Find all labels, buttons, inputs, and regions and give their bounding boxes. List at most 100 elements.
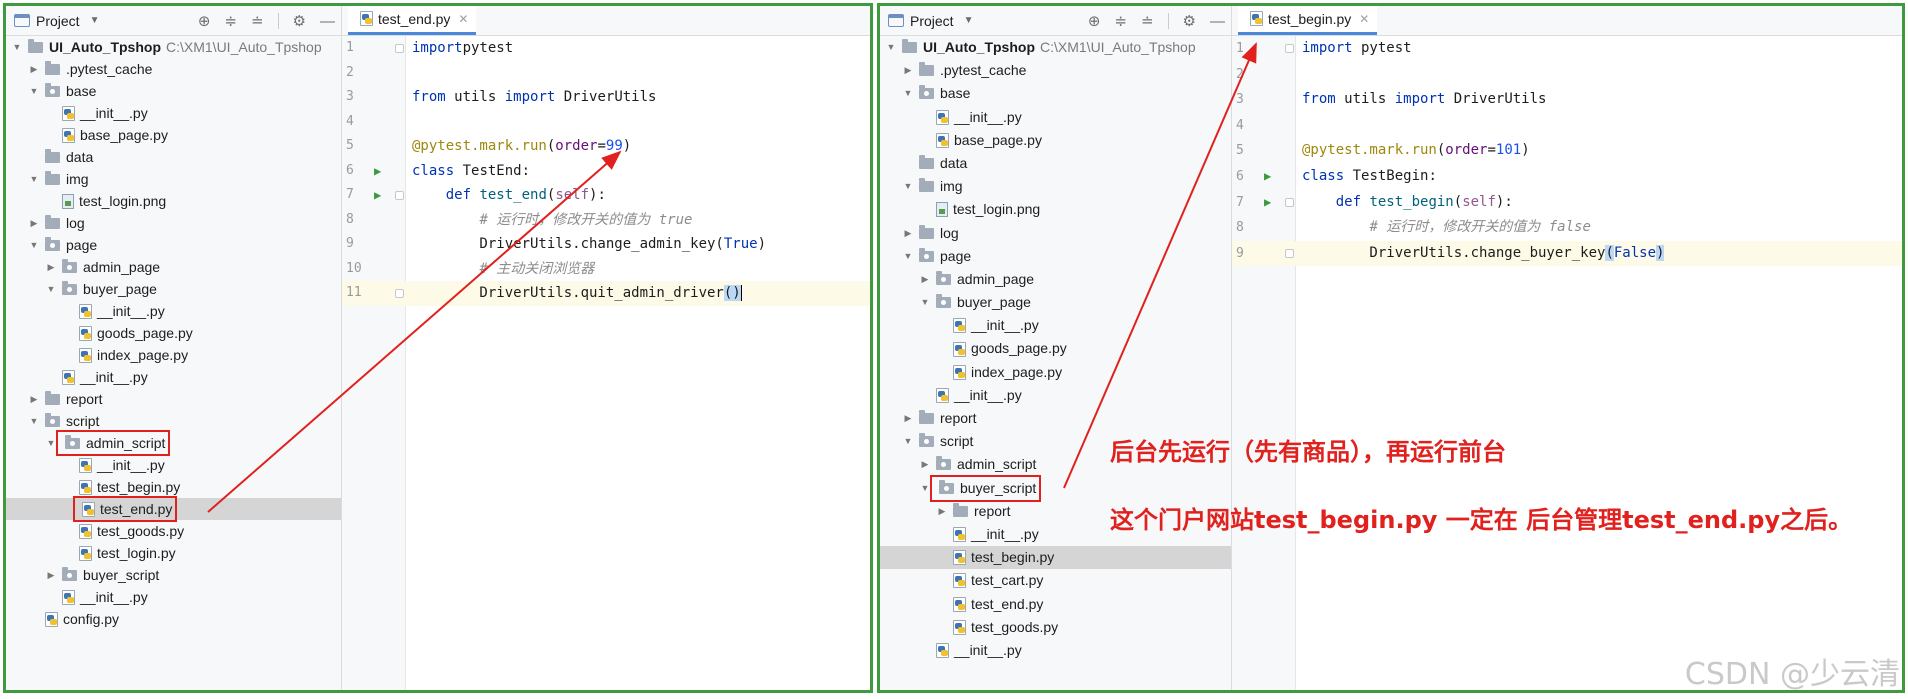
tree-file-item[interactable]: __init__.py bbox=[880, 639, 1231, 662]
tree-file-item[interactable]: test_goods.py bbox=[880, 616, 1231, 639]
tree-folder-item[interactable]: ▶ log bbox=[880, 222, 1231, 245]
close-icon[interactable]: ✕ bbox=[458, 12, 468, 26]
fold-marker-icon[interactable] bbox=[395, 44, 404, 53]
tree-folder-item[interactable]: data bbox=[880, 152, 1231, 175]
code-line[interactable]: 3 from utils import DriverUtils bbox=[1232, 87, 1902, 113]
code-line[interactable]: 7 ▶ def test_begin(self): bbox=[1232, 190, 1902, 216]
tree-file-item[interactable]: test_login.py bbox=[6, 542, 341, 564]
code-line[interactable]: 9 DriverUtils.change_buyer_key(False) bbox=[1232, 240, 1902, 267]
tree-file-item[interactable]: test_begin.py bbox=[6, 476, 341, 498]
tree-file-item[interactable]: __init__.py bbox=[880, 314, 1231, 337]
chevron-right-icon[interactable]: ▶ bbox=[918, 453, 932, 476]
chevron-down-icon[interactable]: ▼ bbox=[27, 168, 41, 190]
hide-icon[interactable]: — bbox=[320, 13, 335, 30]
tree-folder-item[interactable]: ▼ page bbox=[6, 234, 341, 256]
code-line[interactable]: 9 DriverUtils.change_admin_key(True) bbox=[342, 232, 870, 257]
chevron-right-icon[interactable]: ▶ bbox=[901, 222, 915, 245]
chevron-down-icon[interactable]: ▼ bbox=[27, 234, 41, 256]
code-lines[interactable]: 1 importpytest 2 3 from utils import DriverU… bbox=[342, 36, 870, 306]
tree-file-item[interactable]: index_page.py bbox=[880, 361, 1231, 384]
tree-file-item[interactable]: __init__.py bbox=[6, 366, 341, 388]
code-line[interactable]: 8 # 运行时，修改开关的值为 false bbox=[1232, 215, 1902, 241]
tree-root[interactable]: ▼ UI_Auto_Tpshop C:\XM1\UI_Auto_Tpshop bbox=[6, 36, 341, 58]
gear-icon[interactable]: ⚙ bbox=[1183, 12, 1196, 30]
tree-file-item[interactable]: index_page.py bbox=[6, 344, 341, 366]
project-dropdown[interactable]: Project bbox=[910, 13, 954, 29]
code-lines[interactable]: 1 import pytest 2 3 from utils import Driver… bbox=[1232, 36, 1902, 267]
code-line[interactable]: 10 # 主动关闭浏览器 bbox=[342, 257, 870, 282]
tree-file-item[interactable]: test_login.png bbox=[880, 198, 1231, 221]
tree-file-item[interactable]: test_login.png bbox=[6, 190, 341, 212]
code-line[interactable]: 6 ▶ class TestBegin: bbox=[1232, 164, 1902, 190]
tree-file-item[interactable]: __init__.py bbox=[6, 300, 341, 322]
tree-folder-item[interactable]: ▼ img bbox=[6, 168, 341, 190]
chevron-right-icon[interactable]: ▶ bbox=[27, 388, 41, 410]
chevron-right-icon[interactable]: ▶ bbox=[918, 268, 932, 291]
tree-file-item[interactable]: test_cart.py bbox=[880, 569, 1231, 592]
tree-file-item[interactable]: test_end.py bbox=[880, 593, 1231, 616]
code-line[interactable]: 1 importpytest bbox=[342, 36, 870, 61]
chevron-down-icon[interactable]: ▼ bbox=[901, 430, 915, 453]
chevron-down-icon[interactable]: ▼ bbox=[918, 477, 932, 500]
chevron-down-icon[interactable]: ▼ bbox=[901, 175, 915, 198]
collapse-all-icon[interactable]: ≐ bbox=[251, 12, 264, 30]
code-line[interactable]: 5 @pytest.mark.run(order=101) bbox=[1232, 138, 1902, 164]
tree-folder-item[interactable]: ▼ img bbox=[880, 175, 1231, 198]
code-editor[interactable]: test_end.py ✕ 1 importpytest 2 3 from utils … bbox=[342, 6, 870, 690]
code-line[interactable]: 7 ▶ def test_end(self): bbox=[342, 183, 870, 208]
locate-icon[interactable]: ⊕ bbox=[198, 12, 211, 30]
tree-file-item[interactable]: goods_page.py bbox=[6, 322, 341, 344]
fold-marker-icon[interactable] bbox=[1285, 197, 1294, 207]
tree-file-item[interactable]: __init__.py bbox=[6, 454, 341, 476]
chevron-down-icon[interactable]: ▼ bbox=[10, 36, 24, 58]
tree-folder-item[interactable]: ▶ report bbox=[880, 407, 1231, 430]
tree-root[interactable]: ▼ UI_Auto_Tpshop C:\XM1\UI_Auto_Tpshop bbox=[880, 36, 1231, 59]
chevron-down-icon[interactable]: ▼ bbox=[27, 410, 41, 432]
tree-folder-item[interactable]: ▼ base bbox=[6, 80, 341, 102]
tree-file-item[interactable]: base_page.py bbox=[880, 129, 1231, 152]
tree-file-item[interactable]: test_end.py bbox=[6, 496, 341, 522]
fold-marker-icon[interactable] bbox=[395, 289, 404, 298]
chevron-down-icon[interactable]: ▼ bbox=[918, 291, 932, 314]
chevron-down-icon[interactable]: ▼ bbox=[90, 15, 100, 26]
tree-folder-item[interactable]: ▼ admin_script bbox=[6, 430, 341, 456]
tab-test-begin[interactable]: test_begin.py ✕ bbox=[1238, 6, 1378, 35]
tree-file-item[interactable]: __init__.py bbox=[880, 106, 1231, 129]
fold-marker-icon[interactable] bbox=[1285, 248, 1294, 258]
tree-folder-item[interactable]: data bbox=[6, 146, 341, 168]
expand-all-icon[interactable]: ≑ bbox=[224, 12, 237, 30]
run-icon[interactable]: ▶ bbox=[1264, 190, 1271, 216]
tree-folder-item[interactable]: ▶ buyer_script bbox=[6, 564, 341, 586]
tree-folder-item[interactable]: ▼ script bbox=[6, 410, 341, 432]
chevron-right-icon[interactable]: ▶ bbox=[44, 564, 58, 586]
tree-file-item[interactable]: __init__.py bbox=[6, 586, 341, 608]
chevron-right-icon[interactable]: ▶ bbox=[901, 407, 915, 430]
tree-file-item[interactable]: base_page.py bbox=[6, 124, 341, 146]
expand-all-icon[interactable]: ≑ bbox=[1114, 12, 1127, 30]
chevron-right-icon[interactable]: ▶ bbox=[901, 59, 915, 82]
chevron-down-icon[interactable]: ▼ bbox=[27, 80, 41, 102]
gear-icon[interactable]: ⚙ bbox=[293, 12, 306, 30]
tree-folder-item[interactable]: ▶ admin_page bbox=[880, 268, 1231, 291]
chevron-right-icon[interactable]: ▶ bbox=[27, 212, 41, 234]
chevron-down-icon[interactable]: ▼ bbox=[44, 432, 58, 454]
chevron-down-icon[interactable]: ▼ bbox=[44, 278, 58, 300]
code-line[interactable]: 8 # 运行时，修改开关的值为 true bbox=[342, 208, 870, 233]
fold-marker-icon[interactable] bbox=[1285, 44, 1294, 53]
tree-folder-item[interactable]: ▶ log bbox=[6, 212, 341, 234]
tree-file-item[interactable]: test_goods.py bbox=[6, 520, 341, 542]
chevron-down-icon[interactable]: ▼ bbox=[964, 15, 974, 26]
close-icon[interactable]: ✕ bbox=[1359, 12, 1369, 26]
fold-marker-icon[interactable] bbox=[395, 191, 404, 200]
code-line[interactable]: 2 bbox=[342, 61, 870, 86]
run-icon[interactable]: ▶ bbox=[374, 159, 381, 184]
chevron-down-icon[interactable]: ▼ bbox=[901, 82, 915, 105]
run-icon[interactable]: ▶ bbox=[1264, 164, 1271, 190]
chevron-right-icon[interactable]: ▶ bbox=[935, 500, 949, 523]
chevron-down-icon[interactable]: ▼ bbox=[901, 245, 915, 268]
tree-folder-item[interactable]: ▼ buyer_script bbox=[880, 474, 1231, 502]
tree-folder-item[interactable]: ▼ buyer_page bbox=[880, 291, 1231, 314]
code-line[interactable]: 3 from utils import DriverUtils bbox=[342, 85, 870, 110]
tree-file-item[interactable]: __init__.py bbox=[880, 384, 1231, 407]
locate-icon[interactable]: ⊕ bbox=[1088, 12, 1101, 30]
